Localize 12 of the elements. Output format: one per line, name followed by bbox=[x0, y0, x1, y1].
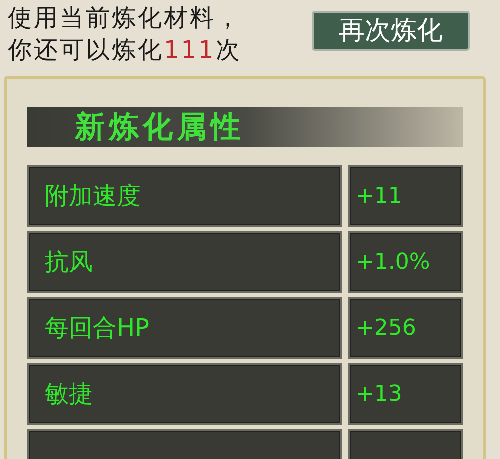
attribute-name: 敏捷 bbox=[45, 379, 93, 410]
notice-text: 你还可以炼化 111 次 bbox=[8, 35, 242, 66]
notice-text: 使用当前炼化材料， bbox=[8, 3, 242, 34]
attribute-value: +13 bbox=[356, 380, 402, 408]
attribute-value: +256 bbox=[356, 314, 416, 342]
attribute-name: 抗风 bbox=[45, 247, 93, 278]
refine-button[interactable]: 再次炼化 bbox=[312, 11, 470, 51]
attribute-value: +1.0% bbox=[356, 248, 430, 276]
attribute-value: +11 bbox=[356, 182, 402, 210]
attribute-name: 每回合HP bbox=[45, 313, 150, 344]
attribute-name: 附加速度 bbox=[45, 181, 141, 212]
panel-title: 新炼化属性 bbox=[75, 108, 245, 146]
